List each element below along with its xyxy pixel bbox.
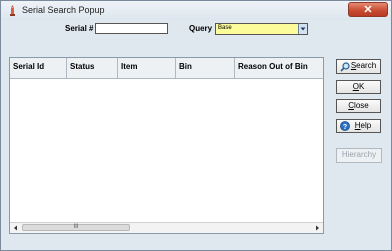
column-header-bin[interactable]: Bin (176, 58, 235, 78)
column-header-serial-id[interactable]: Serial Id (10, 58, 67, 78)
scroll-thumb[interactable]: III (22, 224, 130, 231)
serial-input[interactable] (95, 23, 168, 34)
horizontal-scrollbar[interactable]: III (10, 222, 323, 233)
close-window-button[interactable]: ✕ (348, 2, 388, 17)
column-header-status[interactable]: Status (67, 58, 118, 78)
query-select-value: Base (218, 25, 232, 31)
grid-header: Serial Id Status Item Bin Reason Out of … (10, 58, 323, 79)
column-header-item[interactable]: Item (118, 58, 176, 78)
serial-label: Serial # (65, 24, 94, 33)
title-bar[interactable]: Serial Search Popup ✕ (1, 1, 391, 20)
help-button[interactable]: ? Help (336, 119, 381, 133)
dropdown-arrow-icon[interactable] (298, 24, 307, 34)
ok-button[interactable]: OK (336, 80, 381, 94)
scroll-right-icon[interactable] (313, 224, 322, 232)
search-icon (340, 62, 350, 72)
close-icon: ✕ (363, 4, 373, 16)
column-header-reason-out-of-bin[interactable]: Reason Out of Bin (235, 58, 323, 78)
hierarchy-label: Hierarchy (341, 150, 377, 159)
query-label: Query (189, 24, 213, 33)
window-title: Serial Search Popup (22, 5, 105, 15)
help-icon: ? (340, 121, 350, 131)
scroll-left-icon[interactable] (11, 224, 20, 232)
results-grid[interactable]: Serial Id Status Item Bin Reason Out of … (9, 57, 324, 234)
svg-text:?: ? (343, 124, 347, 131)
query-select[interactable]: Base (215, 23, 308, 35)
serial-search-window: Serial Search Popup ✕ Serial # Query Bas… (0, 0, 392, 251)
close-button[interactable]: Close (336, 99, 381, 113)
search-button[interactable]: Search (336, 59, 381, 74)
hierarchy-button[interactable]: Hierarchy (336, 148, 382, 163)
app-icon (10, 5, 15, 16)
